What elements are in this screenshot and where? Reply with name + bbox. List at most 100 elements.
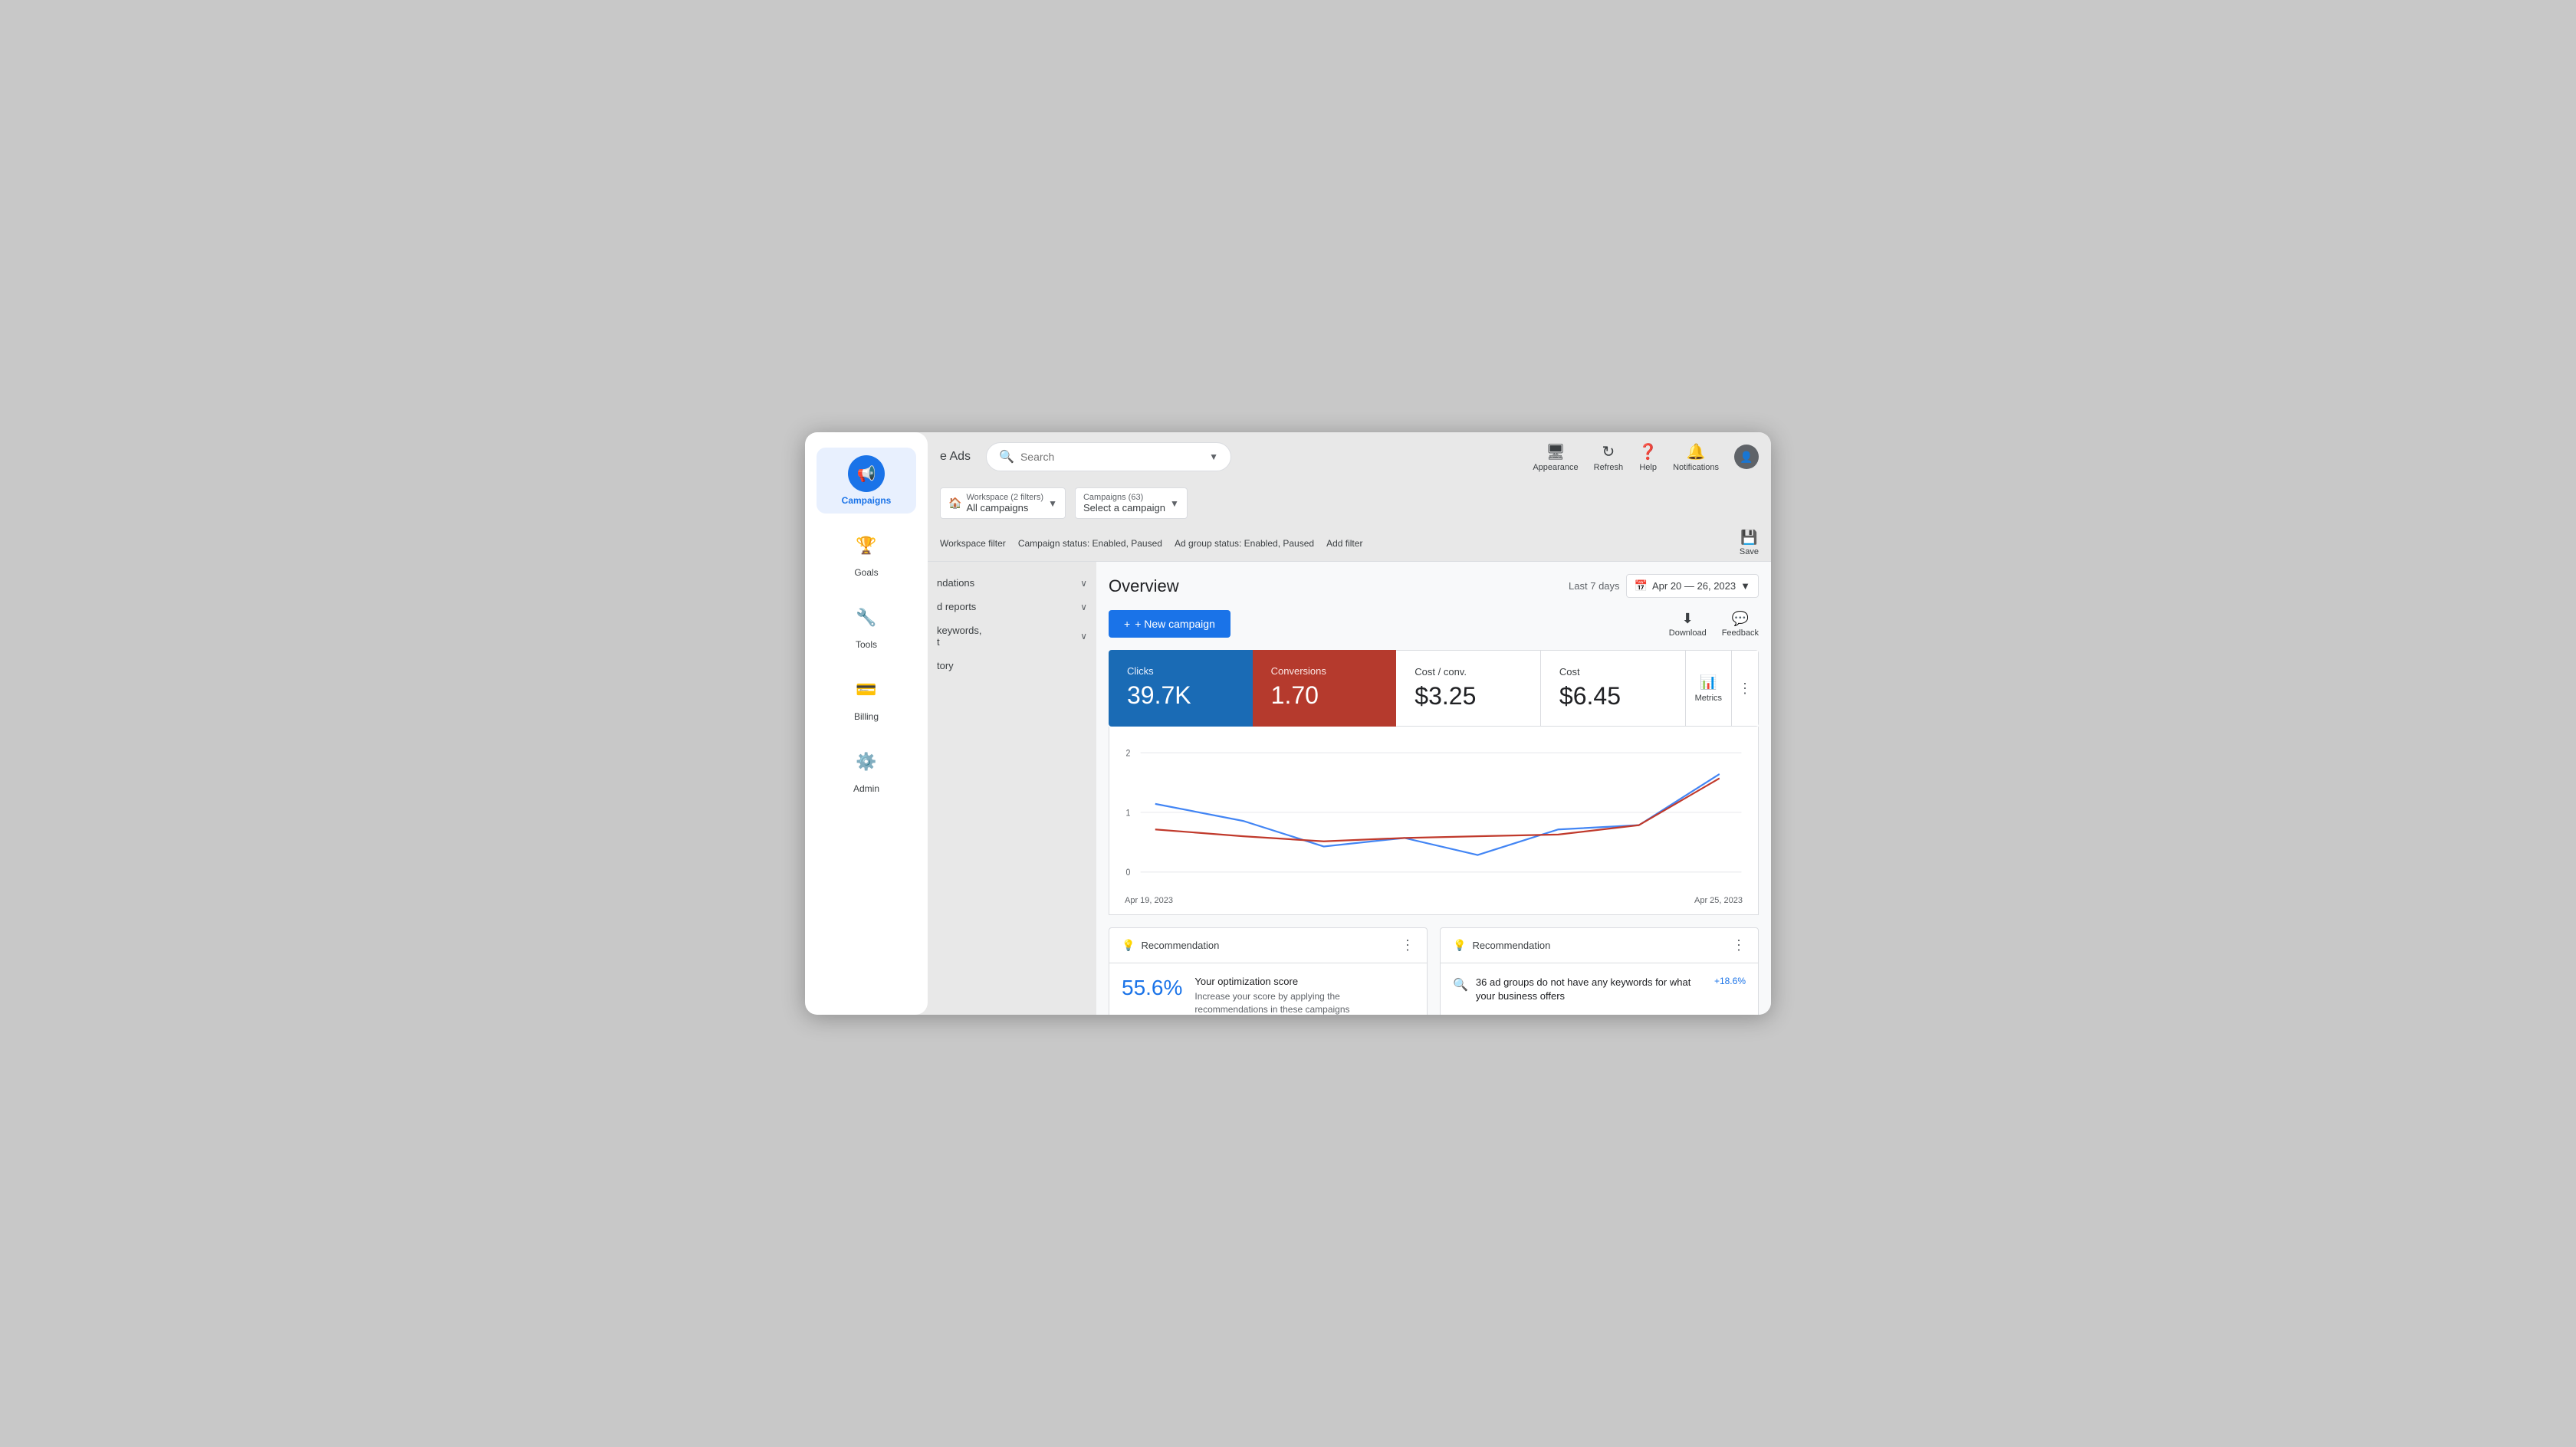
rec-score: 55.6% [1122,976,1182,1000]
calendar-icon: 📅 [1635,579,1648,592]
chart-x-end: Apr 25, 2023 [1694,896,1743,905]
filter-add[interactable]: Add filter [1326,538,1362,549]
filter-workspace[interactable]: Workspace filter [940,538,1006,549]
rec-alert-badge: +18.6% [1714,976,1746,986]
content-body: ndations ∨ d reports ∨ keywords, t ∨ tor… [928,562,1771,1015]
svg-text:0: 0 [1126,868,1131,878]
recommendation-card-1: 💡 Recommendation ⋮ 55.6% Y [1109,927,1428,1015]
workspace-label-main: All campaigns [966,502,1028,514]
rec-header-2: 💡 Recommendation ⋮ [1441,928,1758,963]
date-picker-value: Apr 20 — 26, 2023 [1652,580,1736,592]
appearance-label: Appearance [1533,463,1578,472]
date-range-label: Last 7 days [1569,580,1620,592]
rec-header-label-1: Recommendation [1141,940,1219,951]
right-panel: Overview Last 7 days 📅 Apr 20 — 26, 2023… [1096,562,1771,1015]
date-picker-button[interactable]: 📅 Apr 20 — 26, 2023 ▼ [1626,574,1759,598]
notifications-button[interactable]: 🔔 Notifications [1673,442,1719,472]
main-content: e Ads 🔍 ▼ 🖥 Appearance ↻ Refresh ❓ He [928,432,1771,1015]
nav-item-recommendations[interactable]: ndations ∨ [928,571,1096,595]
sidebar-label-admin: Admin [853,783,879,794]
nav-item-reports[interactable]: d reports ∨ [928,595,1096,619]
chart-svg: 2 1 0 [1119,736,1749,889]
save-button[interactable]: 💾 Save [1740,530,1759,556]
new-campaign-button[interactable]: + + New campaign [1109,610,1230,638]
sidebar-item-admin[interactable]: ⚙️ Admin [816,736,916,802]
user-avatar[interactable]: 👤 [1734,445,1759,469]
rec-body-2: 🔍 36 ad groups do not have any keywords … [1441,963,1758,1015]
rec-more-button-2[interactable]: ⋮ [1732,937,1746,953]
app-title: e Ads [940,450,971,464]
help-button[interactable]: ❓ Help [1638,442,1658,472]
metrics-container: Clicks 39.7K Conversions 1.70 Cost / con… [1109,650,1759,727]
overview-title: Overview [1109,576,1179,596]
sidebar-item-campaigns[interactable]: 📢 Campaigns [816,448,916,514]
tools-icon: 🔧 [848,599,885,636]
campaigns-dropdown[interactable]: Campaigns (63) Select a campaign ▼ [1075,487,1188,519]
clicks-value: 39.7K [1127,681,1234,710]
rec-alert-icon: 🔍 [1453,977,1468,993]
action-right: ⬇ Download 💬 Feedback [1669,611,1759,638]
search-chevron-icon: ▼ [1209,451,1218,462]
search-input[interactable] [1020,451,1200,463]
campaigns-icon: 📢 [848,455,885,492]
workspace-dropdown[interactable]: 🏠 Workspace (2 filters) All campaigns ▼ [940,487,1066,519]
appearance-button[interactable]: 🖥 Appearance [1533,442,1578,472]
sidebar: 📢 Campaigns 🏆 Goals 🔧 Tools 💳 Billing ⚙️… [805,432,928,1015]
cost-value: $6.45 [1559,682,1667,710]
help-icon: ❓ [1638,442,1658,461]
metrics-label: Metrics [1695,694,1722,703]
refresh-label: Refresh [1594,463,1624,472]
save-label: Save [1740,547,1759,556]
action-bar: + + New campaign ⬇ Download 💬 Feedback [1109,610,1759,638]
sidebar-item-tools[interactable]: 🔧 Tools [816,592,916,658]
metric-card-cost-conv: Cost / conv. $3.25 [1396,650,1541,727]
nav-item-history[interactable]: tory [928,654,1096,678]
download-button[interactable]: ⬇ Download [1669,611,1707,638]
save-icon: 💾 [1740,530,1757,546]
refresh-button[interactable]: ↻ Refresh [1594,442,1624,472]
date-range: Last 7 days 📅 Apr 20 — 26, 2023 ▼ [1569,574,1759,598]
metric-card-conversions: Conversions 1.70 [1253,650,1397,727]
chart-area: 2 1 0 Apr 19, 2023 Apr 25, 2023 [1109,727,1759,915]
topbar-actions: 🖥 Appearance ↻ Refresh ❓ Help 🔔 Notifica… [1533,442,1759,472]
new-campaign-label: + New campaign [1135,618,1215,630]
rec-more-button-1[interactable]: ⋮ [1401,937,1414,953]
search-bar[interactable]: 🔍 ▼ [986,442,1231,471]
rec-bulb-icon-2: 💡 [1453,939,1466,952]
more-icon: ⋮ [1738,681,1752,697]
rec-body-1: 55.6% Your optimization score Increase y… [1109,963,1427,1015]
rec-desc-1: Increase your score by applying the reco… [1194,990,1414,1015]
nav-reports-label: d reports [937,601,976,612]
help-label: Help [1639,463,1657,472]
rec-title-1: Your optimization score [1194,976,1414,987]
cost-label: Cost [1559,666,1667,678]
subheader: 🏠 Workspace (2 filters) All campaigns ▼ … [928,481,1771,525]
download-label: Download [1669,628,1707,638]
feedback-label: Feedback [1722,628,1759,638]
metrics-more-button[interactable]: ⋮ [1732,650,1759,727]
campaigns-chevron-icon: ▼ [1170,498,1179,509]
billing-icon: 💳 [848,671,885,708]
filter-campaign-status[interactable]: Campaign status: Enabled, Paused [1018,538,1162,549]
sidebar-item-billing[interactable]: 💳 Billing [816,664,916,730]
chart-x-start: Apr 19, 2023 [1125,896,1173,905]
nav-item-keywords[interactable]: keywords, t ∨ [928,619,1096,654]
workspace-chevron-icon: ▼ [1048,498,1057,509]
cost-conv-value: $3.25 [1414,682,1522,710]
filter-adgroup-status[interactable]: Ad group status: Enabled, Paused [1175,538,1314,549]
metrics-icon: 📊 [1700,674,1717,691]
chart-x-labels: Apr 19, 2023 Apr 25, 2023 [1119,893,1749,905]
metric-card-cost: Cost $6.45 [1541,650,1686,727]
rec-bulb-icon-1: 💡 [1122,939,1135,952]
metrics-button[interactable]: 📊 Metrics [1686,650,1732,727]
app-container: 📢 Campaigns 🏆 Goals 🔧 Tools 💳 Billing ⚙️… [805,432,1771,1015]
rec-alert: 🔍 36 ad groups do not have any keywords … [1453,976,1746,1003]
nav-reports-chevron: ∨ [1080,602,1087,612]
feedback-icon: 💬 [1732,611,1749,627]
refresh-icon: ↻ [1602,442,1615,461]
feedback-button[interactable]: 💬 Feedback [1722,611,1759,638]
search-icon: 🔍 [999,449,1014,464]
notifications-label: Notifications [1673,463,1719,472]
sidebar-label-billing: Billing [854,711,879,722]
sidebar-item-goals[interactable]: 🏆 Goals [816,520,916,586]
